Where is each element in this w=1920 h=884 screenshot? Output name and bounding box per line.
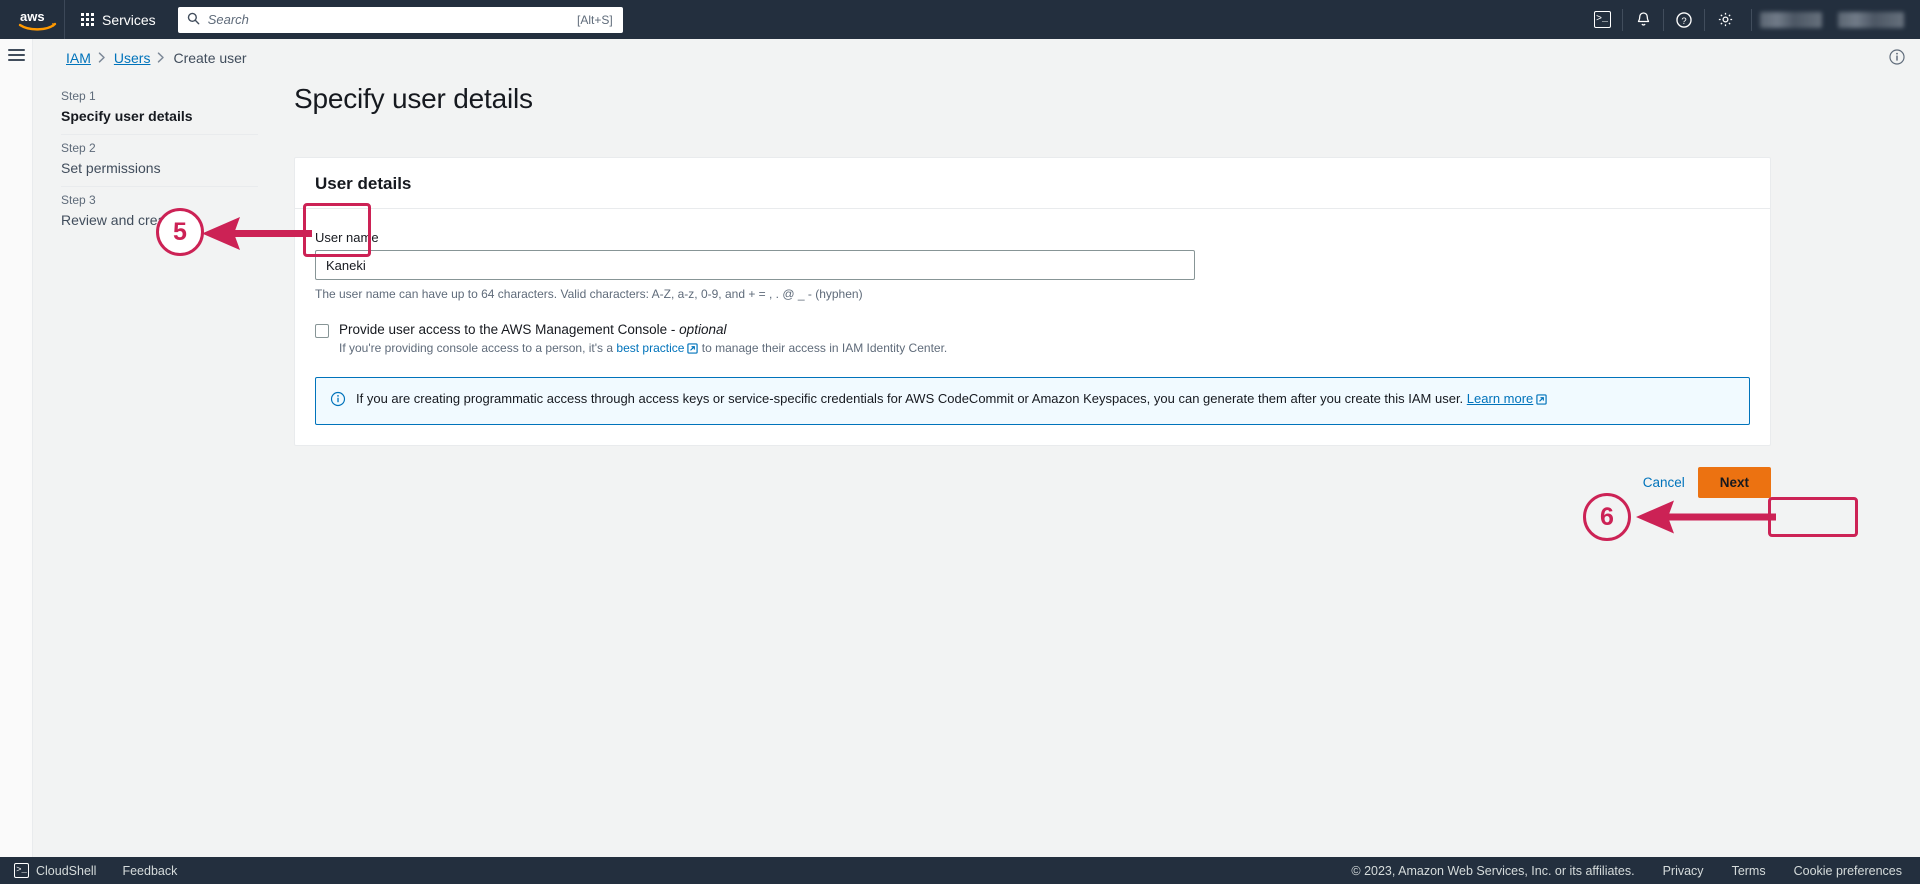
card-title: User details bbox=[315, 174, 412, 193]
card-header: User details bbox=[295, 158, 1770, 209]
footer-right: © 2023, Amazon Web Services, Inc. or its… bbox=[1351, 864, 1902, 878]
breadcrumb-separator-icon bbox=[157, 51, 166, 66]
sidebar-item-step-2[interactable]: Step 2 Set permissions bbox=[61, 135, 261, 186]
main-column: Specify user details User details User n… bbox=[294, 83, 1771, 498]
sub-text-prefix: If you're providing console access to a … bbox=[339, 341, 617, 355]
footer-privacy-link[interactable]: Privacy bbox=[1663, 864, 1704, 878]
card-body: User name The user name can have up to 6… bbox=[295, 209, 1770, 445]
settings-gear-icon[interactable] bbox=[1705, 0, 1745, 39]
footer-left: >_ CloudShell Feedback bbox=[14, 863, 177, 878]
step-label: Review and create bbox=[61, 212, 177, 228]
form-actions: Cancel Next bbox=[294, 467, 1771, 498]
nav-divider bbox=[64, 0, 65, 39]
notifications-bell-icon[interactable] bbox=[1623, 0, 1663, 39]
services-menu-button[interactable]: Services bbox=[69, 5, 168, 35]
search-placeholder: Search bbox=[207, 12, 249, 27]
content-area: IAM Users Create user Step 1 Specify use… bbox=[33, 39, 1920, 857]
nav-divider bbox=[1751, 8, 1752, 31]
user-name-help-text: The user name can have up to 64 characte… bbox=[315, 287, 863, 301]
cloudshell-icon: >_ bbox=[14, 863, 29, 878]
sidebar-item-step-1[interactable]: Step 1 Specify user details bbox=[61, 83, 261, 134]
user-details-card: User details User name The user name can… bbox=[294, 157, 1771, 446]
cancel-button[interactable]: Cancel bbox=[1643, 475, 1685, 490]
next-button[interactable]: Next bbox=[1697, 467, 1771, 498]
programmatic-access-info-alert: If you are creating programmatic access … bbox=[315, 377, 1750, 425]
sub-text-suffix: to manage their access in IAM Identity C… bbox=[698, 341, 948, 355]
step-number: Step 1 bbox=[61, 89, 96, 103]
global-navigation-bar: aws Services Search [Alt+S] >_ ? bbox=[0, 0, 1920, 39]
footer-terms-link[interactable]: Terms bbox=[1732, 864, 1766, 878]
optional-tag: optional bbox=[679, 322, 727, 337]
user-name-label: User name bbox=[315, 230, 379, 245]
learn-more-link[interactable]: Learn more bbox=[1467, 391, 1533, 406]
breadcrumb-separator-icon bbox=[98, 51, 107, 66]
step-number: Step 2 bbox=[61, 141, 96, 155]
account-menu[interactable] bbox=[1838, 11, 1904, 28]
nav-right-cluster: >_ ? bbox=[1582, 0, 1920, 39]
console-access-checkbox[interactable] bbox=[315, 324, 329, 338]
page-title: Specify user details bbox=[294, 83, 533, 114]
step-number: Step 3 bbox=[61, 193, 96, 207]
console-access-checkbox-row: Provide user access to the AWS Managemen… bbox=[315, 322, 1750, 357]
footer-cloudshell-button[interactable]: >_ CloudShell bbox=[14, 863, 96, 878]
breadcrumb-item-users[interactable]: Users bbox=[114, 50, 151, 66]
menu-hamburger-icon[interactable] bbox=[7, 49, 25, 61]
left-rail bbox=[0, 39, 33, 857]
svg-text:?: ? bbox=[1681, 15, 1686, 26]
console-access-label-text: Provide user access to the AWS Managemen… bbox=[339, 322, 680, 337]
region-selector[interactable] bbox=[1760, 11, 1822, 28]
alert-message: If you are creating programmatic access … bbox=[356, 391, 1467, 406]
aws-logo[interactable]: aws bbox=[16, 7, 60, 33]
breadcrumb-item-create-user: Create user bbox=[173, 50, 247, 66]
info-icon bbox=[330, 391, 346, 412]
alert-text: If you are creating programmatic access … bbox=[356, 390, 1547, 410]
console-access-sub-text: If you're providing console access to a … bbox=[339, 341, 947, 357]
footer-cookie-preferences-link[interactable]: Cookie preferences bbox=[1794, 864, 1902, 878]
services-menu-label: Services bbox=[102, 11, 156, 28]
search-shortcut-hint: [Alt+S] bbox=[577, 12, 613, 27]
console-access-label: Provide user access to the AWS Managemen… bbox=[339, 322, 947, 337]
external-link-icon bbox=[1536, 392, 1547, 410]
breadcrumb-item-iam[interactable]: IAM bbox=[66, 50, 91, 66]
footer-bar: >_ CloudShell Feedback © 2023, Amazon We… bbox=[0, 857, 1920, 884]
user-name-input[interactable] bbox=[315, 250, 1195, 280]
footer-copyright: © 2023, Amazon Web Services, Inc. or its… bbox=[1351, 863, 1635, 878]
footer-feedback-label: Feedback bbox=[122, 863, 178, 878]
best-practice-link[interactable]: best practice bbox=[616, 341, 684, 355]
footer-cloudshell-label: CloudShell bbox=[36, 863, 97, 878]
grid-icon bbox=[81, 13, 94, 26]
global-search-input[interactable]: Search [Alt+S] bbox=[177, 6, 623, 33]
cloudshell-icon[interactable]: >_ bbox=[1582, 0, 1622, 39]
step-label: Set permissions bbox=[61, 160, 161, 176]
info-icon[interactable] bbox=[1888, 48, 1906, 71]
wizard-steps-sidebar: Step 1 Specify user details Step 2 Set p… bbox=[61, 83, 261, 238]
sidebar-item-step-3[interactable]: Step 3 Review and create bbox=[61, 187, 261, 238]
svg-text:aws: aws bbox=[20, 9, 45, 24]
help-question-icon[interactable]: ? bbox=[1664, 0, 1704, 39]
breadcrumb: IAM Users Create user bbox=[66, 50, 247, 66]
external-link-icon bbox=[687, 343, 699, 357]
search-icon bbox=[187, 12, 200, 28]
step-label: Specify user details bbox=[61, 108, 193, 124]
footer-feedback-link[interactable]: Feedback bbox=[122, 864, 177, 878]
aws-iam-create-user-page: aws Services Search [Alt+S] >_ ? IAM Use… bbox=[0, 0, 1920, 884]
